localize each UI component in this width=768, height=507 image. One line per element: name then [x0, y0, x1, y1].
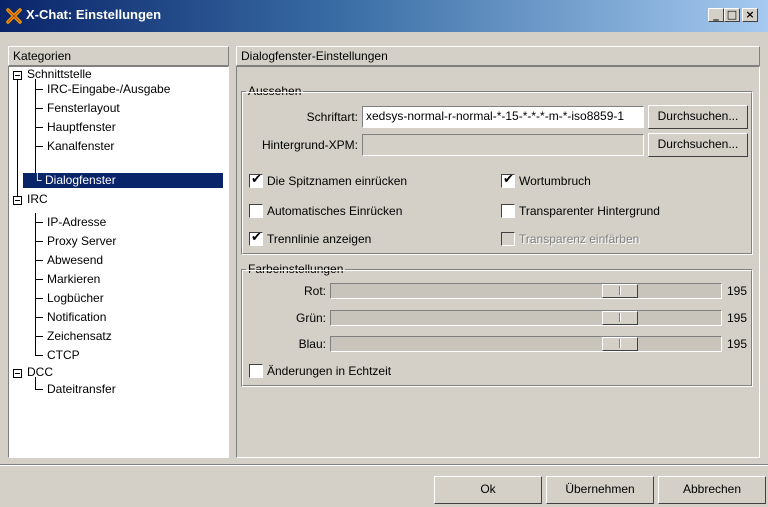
font-browse-button[interactable]: Durchsuchen... — [648, 105, 748, 129]
check-mark-icon: ✔ — [251, 230, 262, 245]
blue-slider[interactable] — [330, 336, 722, 352]
green-label: Grün: — [295, 311, 326, 325]
separator-line-label: Trennlinie anzeigen — [267, 232, 372, 246]
background-browse-button[interactable]: Durchsuchen... — [648, 133, 748, 157]
tree-item-ctcp[interactable]: CTCP — [45, 348, 82, 363]
tree-branch — [35, 336, 43, 337]
maximize-button[interactable]: □ — [724, 8, 740, 22]
tree-branch — [35, 355, 43, 356]
transparent-background-label: Transparenter Hintergrund — [519, 204, 660, 218]
tree-item-proxy-server[interactable]: Proxy Server — [45, 234, 118, 249]
word-wrap-label: Wortumbruch — [519, 174, 591, 188]
indent-nicks-label: Die Spitznamen einrücken — [267, 174, 408, 188]
green-slider[interactable] — [330, 310, 722, 326]
appearance-group-title: Aussehen — [246, 84, 304, 98]
tint-transparency-label: Transparenz einfärben — [519, 232, 640, 246]
tree-item-kanalfenster[interactable]: Kanalfenster — [45, 139, 116, 154]
font-label: Schriftart: — [306, 110, 358, 124]
green-value: 195 — [727, 311, 748, 325]
apply-button[interactable]: Übernehmen — [546, 476, 654, 504]
red-slider[interactable] — [330, 283, 722, 299]
font-input[interactable]: xedsys-normal-r-normal-*-15-*-*-*-m-*-is… — [362, 106, 644, 128]
tree-guide — [35, 213, 36, 355]
red-value: 195 — [727, 284, 748, 298]
close-button[interactable]: × — [742, 8, 758, 22]
tree-item-notification[interactable]: Notification — [45, 310, 108, 325]
tree-branch — [35, 298, 43, 299]
check-mark-icon: ✔ — [503, 172, 514, 187]
tint-transparency-checkbox: Transparenz einfärben — [501, 231, 639, 247]
checkbox-box[interactable] — [501, 204, 515, 218]
realtime-changes-label: Änderungen in Echtzeit — [267, 364, 392, 378]
tree-item-irc-io[interactable]: IRC-Eingabe-/Ausgabe — [45, 82, 172, 97]
tree-group-schnittstelle[interactable]: Schnittstelle — [25, 67, 94, 82]
blue-label: Blau: — [298, 337, 326, 351]
tree-group-irc[interactable]: IRC — [25, 192, 50, 207]
category-tree[interactable]: Schnittstelle IRC-Eingabe-/Ausgabe Fenst… — [8, 66, 229, 458]
tree-item-zeichensatz[interactable]: Zeichensatz — [45, 329, 114, 344]
slider-thumb[interactable] — [602, 337, 638, 351]
slider-thumb[interactable] — [602, 311, 638, 325]
tree-item-dateitransfer[interactable]: Dateitransfer — [45, 382, 118, 397]
tree-item-dialogfenster-label: Dialogfenster — [45, 173, 116, 187]
categories-header[interactable]: Kategorien — [8, 46, 229, 66]
collapse-icon[interactable] — [13, 71, 22, 80]
tree-branch — [35, 146, 43, 147]
tree-item-dialogfenster[interactable]: └ Dialogfenster — [23, 173, 223, 188]
check-mark-icon: ✔ — [251, 172, 262, 187]
background-xpm-label: Hintergrund-XPM: — [261, 138, 358, 152]
section-title: Dialogfenster-Einstellungen — [241, 49, 388, 63]
categories-header-label: Kategorien — [13, 49, 72, 63]
tree-branch — [35, 89, 43, 90]
blue-value: 195 — [727, 337, 748, 351]
tree-item-ip-adresse[interactable]: IP-Adresse — [45, 215, 108, 230]
background-xpm-input[interactable] — [362, 134, 644, 156]
auto-indent-checkbox[interactable]: Automatisches Einrücken — [249, 203, 402, 219]
tree-guide — [17, 77, 18, 199]
collapse-icon[interactable] — [13, 196, 22, 205]
tree-item-markieren[interactable]: Markieren — [45, 272, 102, 287]
tree-branch — [35, 241, 43, 242]
tree-branch — [35, 260, 43, 261]
realtime-changes-checkbox[interactable]: Änderungen in Echtzeit — [249, 363, 391, 379]
checkbox-box — [501, 232, 515, 246]
title-bar: X-Chat: Einstellungen _ □ × — [0, 0, 768, 32]
checkbox-box[interactable] — [249, 204, 263, 218]
cancel-button[interactable]: Abbrechen — [658, 476, 766, 504]
checkbox-box[interactable]: ✔ — [249, 230, 263, 246]
red-label: Rot: — [303, 284, 326, 298]
checkbox-box[interactable]: ✔ — [501, 172, 515, 188]
tree-item-fensterlayout[interactable]: Fensterlayout — [45, 101, 122, 116]
tree-branch — [35, 389, 43, 390]
tree-branch — [35, 127, 43, 128]
indent-nicks-checkbox[interactable]: ✔ Die Spitznamen einrücken — [249, 172, 408, 189]
minimize-button[interactable]: _ — [708, 8, 724, 22]
separator-line-checkbox[interactable]: ✔ Trennlinie anzeigen — [249, 230, 372, 247]
tree-item-abwesend[interactable]: Abwesend — [45, 253, 105, 268]
auto-indent-label: Automatisches Einrücken — [267, 204, 403, 218]
checkbox-box[interactable]: ✔ — [249, 172, 263, 188]
tree-branch — [35, 222, 43, 223]
collapse-icon[interactable] — [13, 369, 22, 378]
xchat-icon — [6, 8, 22, 24]
checkbox-box[interactable] — [249, 364, 263, 378]
transparent-background-checkbox[interactable]: Transparenter Hintergrund — [501, 203, 660, 219]
tree-guide — [35, 79, 36, 181]
ok-button[interactable]: Ok — [434, 476, 542, 504]
tree-item-hauptfenster[interactable]: Hauptfenster — [45, 120, 118, 135]
word-wrap-checkbox[interactable]: ✔ Wortumbruch — [501, 172, 591, 189]
color-settings-group-title: Farbeinstellungen — [246, 262, 346, 276]
footer-separator — [0, 464, 768, 466]
tree-branch — [35, 317, 43, 318]
tree-group-dcc[interactable]: DCC — [25, 365, 55, 380]
window-title: X-Chat: Einstellungen — [26, 7, 162, 22]
tree-item-logbuecher[interactable]: Logbücher — [45, 291, 106, 306]
tree-branch — [35, 108, 43, 109]
section-header: Dialogfenster-Einstellungen — [236, 46, 760, 66]
slider-thumb[interactable] — [602, 284, 638, 298]
tree-branch — [35, 279, 43, 280]
